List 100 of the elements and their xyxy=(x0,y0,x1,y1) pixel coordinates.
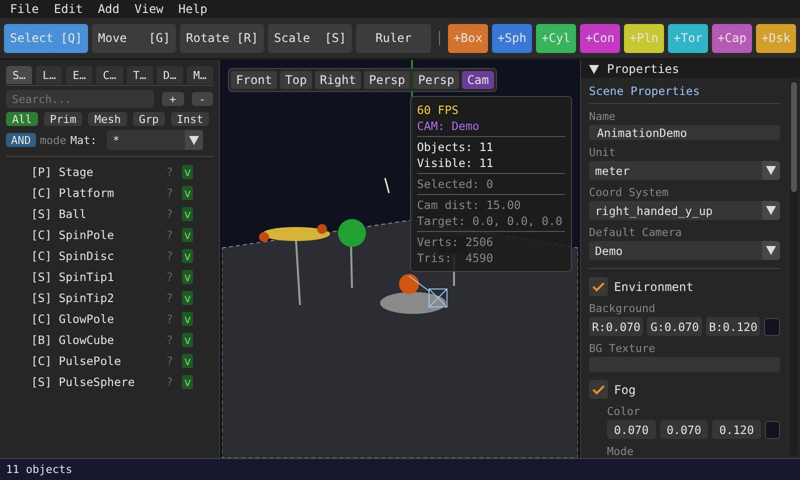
dropdown[interactable]: right_handed_y_up xyxy=(589,201,780,220)
object-name[interactable]: [C] SpinPole xyxy=(31,228,166,242)
object-name[interactable]: [C] SpinDisc xyxy=(31,248,166,262)
object-name[interactable]: [C] Platform xyxy=(31,186,166,200)
number-field[interactable]: R:0.070 xyxy=(589,317,644,336)
help-marker: ? xyxy=(166,164,174,178)
stats-text: Cam dist: 15.00 xyxy=(417,197,522,213)
panel-tab[interactable]: M… xyxy=(186,66,213,84)
dropdown[interactable]: Demo xyxy=(589,241,780,260)
panel-title: Properties xyxy=(607,62,680,76)
search-small-button[interactable]: - xyxy=(192,92,213,106)
color-swatch[interactable] xyxy=(764,318,780,336)
object-name[interactable]: [S] SpinTip1 xyxy=(31,270,166,284)
visibility-badge[interactable]: v xyxy=(182,164,193,178)
help-marker: ? xyxy=(166,332,174,346)
checkbox-label: Environment xyxy=(614,280,694,294)
object-name[interactable]: [P] Stage xyxy=(31,164,166,178)
stats-text: Tris: 4590 xyxy=(417,250,494,266)
view-button[interactable]: Right xyxy=(314,71,361,89)
material-label: Mat: xyxy=(70,134,97,146)
menu-item[interactable]: View xyxy=(134,2,164,16)
scrollbar[interactable] xyxy=(790,80,798,456)
panel-tab[interactable]: D… xyxy=(156,66,183,84)
logic-button[interactable]: AND xyxy=(6,133,36,147)
color-swatch[interactable] xyxy=(764,420,780,438)
material-combo[interactable]: * xyxy=(106,130,203,150)
view-button[interactable]: Front xyxy=(231,71,278,89)
object-name[interactable]: [C] PulsePole xyxy=(31,354,166,368)
filter-chip[interactable]: Prim xyxy=(44,112,82,126)
stats-text: Target: 0.0, 0.0, 0.0 xyxy=(417,213,564,229)
search-field[interactable]: Search... xyxy=(6,90,154,108)
view-button[interactable]: Cam xyxy=(462,71,494,89)
menu-item[interactable]: File xyxy=(10,2,39,16)
small-sphere xyxy=(317,224,327,234)
view-button[interactable]: Persp xyxy=(364,71,410,89)
visibility-badge[interactable]: v xyxy=(182,206,193,220)
view-button[interactable]: Persp xyxy=(413,71,460,89)
dropdown-caret-icon xyxy=(762,241,780,260)
help-marker: ? xyxy=(166,354,174,368)
filter-chip[interactable]: Inst xyxy=(170,112,210,126)
checkbox[interactable] xyxy=(589,277,608,296)
dropdown-caret-icon xyxy=(762,161,780,180)
number-field[interactable]: G:0.070 xyxy=(647,317,702,336)
object-name[interactable]: [B] GlowCube xyxy=(31,332,166,346)
number-field[interactable]: B:0.120 xyxy=(706,317,760,336)
panel-tab[interactable]: T… xyxy=(126,66,153,84)
platform-disc xyxy=(380,292,446,314)
tool-button[interactable]: Move [G] xyxy=(92,24,176,52)
menu-item[interactable]: Add xyxy=(98,2,120,16)
field-label: BG Texture xyxy=(589,342,656,355)
checkbox[interactable] xyxy=(589,380,608,399)
search-small-button[interactable]: + xyxy=(162,92,184,106)
panel-tab[interactable]: E… xyxy=(66,66,92,84)
visibility-badge[interactable]: v xyxy=(182,270,193,284)
field-label: Color xyxy=(607,405,642,418)
panel-tab[interactable]: L… xyxy=(36,66,62,84)
object-name[interactable]: [S] SpinTip2 xyxy=(31,290,166,304)
visibility-badge[interactable]: v xyxy=(182,290,193,304)
collapse-arrow-icon[interactable] xyxy=(589,64,599,74)
visibility-badge[interactable]: v xyxy=(182,248,193,262)
number-field[interactable]: 0.070 xyxy=(660,420,708,439)
number-field[interactable]: 0.120 xyxy=(712,420,761,439)
object-name[interactable]: [C] GlowPole xyxy=(31,312,166,326)
visibility-badge[interactable]: v xyxy=(182,186,193,200)
tool-button[interactable]: Scale [S] xyxy=(268,24,352,52)
sphere xyxy=(338,219,366,247)
field-label: Default Camera xyxy=(589,226,683,239)
small-sphere xyxy=(259,232,269,242)
menu-item[interactable]: Help xyxy=(178,2,208,16)
object-name[interactable]: [S] PulseSphere xyxy=(31,374,166,388)
help-marker: ? xyxy=(166,248,174,262)
visibility-badge[interactable]: v xyxy=(182,312,193,326)
text-field[interactable]: AnimationDemo xyxy=(589,125,780,140)
light-ray-line xyxy=(384,178,390,194)
filter-chip[interactable]: Mesh xyxy=(88,112,127,126)
panel-tab[interactable]: C… xyxy=(96,66,123,84)
help-marker: ? xyxy=(166,206,174,220)
menu-item[interactable]: Edit xyxy=(54,2,83,16)
view-button[interactable]: Top xyxy=(280,71,312,89)
panel-tab[interactable]: S… xyxy=(6,66,32,84)
dropdown-caret-icon xyxy=(185,130,203,150)
filter-chip[interactable]: Grp xyxy=(132,112,165,126)
dropdown-caret-icon xyxy=(762,201,780,220)
visibility-badge[interactable]: v xyxy=(182,332,193,346)
section-heading: Scene Properties xyxy=(589,81,780,104)
object-name[interactable]: [S] Ball xyxy=(31,206,166,220)
number-field[interactable]: 0.070 xyxy=(607,420,656,439)
visibility-badge[interactable]: v xyxy=(182,228,193,242)
help-marker: ? xyxy=(166,290,174,304)
filter-chip[interactable]: All xyxy=(6,112,38,126)
visibility-badge[interactable]: v xyxy=(182,354,193,368)
tool-button[interactable]: Rotate [R] xyxy=(180,24,264,52)
field-label: Name xyxy=(589,110,616,123)
tool-button[interactable]: Ruler xyxy=(356,24,432,52)
add-shape-button[interactable]: +Con xyxy=(580,24,620,52)
visibility-badge[interactable]: v xyxy=(182,374,193,388)
mode-label: mode xyxy=(40,134,66,146)
help-marker: ? xyxy=(166,186,174,200)
stats-text: Objects: 11 xyxy=(417,139,494,155)
dropdown[interactable]: meter xyxy=(589,161,780,180)
